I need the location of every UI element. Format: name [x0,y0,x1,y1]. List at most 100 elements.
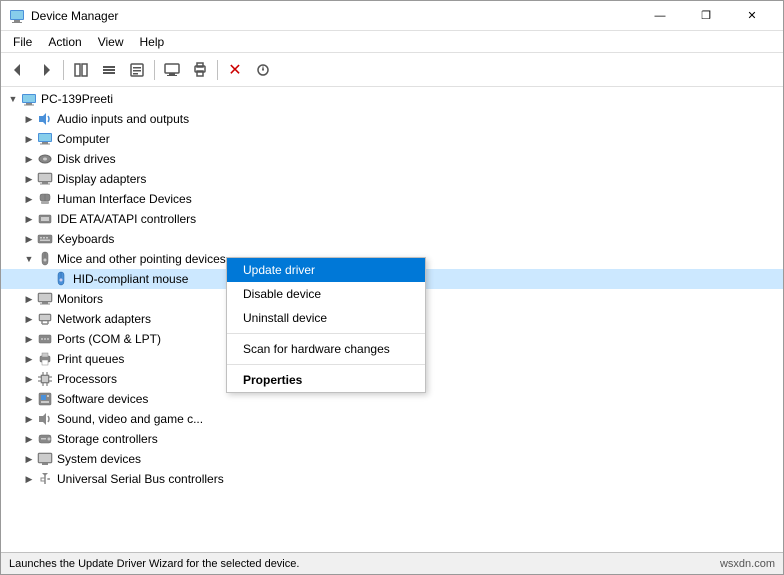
maximize-button[interactable]: ❐ [683,1,729,31]
menu-view[interactable]: View [90,33,132,51]
usb-label: Universal Serial Bus controllers [57,472,224,486]
monitor-icon [164,62,180,78]
ctx-separator [227,333,425,334]
computer-expand[interactable]: ▶ [21,131,37,147]
tree-item-hid[interactable]: ▶ Human Interface Devices [1,189,783,209]
tree-item-ide[interactable]: ▶ IDE ATA/ATAPI controllers [1,209,783,229]
back-icon [10,62,26,78]
print-icon [192,62,208,78]
toolbar-sep3 [217,60,218,80]
tree-item-system[interactable]: ▶ System devices [1,449,783,469]
keyboards-icon [37,231,53,247]
status-bar: Launches the Update Driver Wizard for th… [1,552,783,574]
toolbar-tree-collapse[interactable] [68,57,94,83]
menu-help[interactable]: Help [132,33,173,51]
software-expand[interactable]: ▶ [21,391,37,407]
sound-icon [37,411,53,427]
print-icon [37,351,53,367]
ctx-uninstall-device[interactable]: Uninstall device [227,306,425,330]
monitors-label: Monitors [57,292,103,306]
title-bar: Device Manager — ❐ ✕ [1,1,783,31]
mice-expand[interactable]: ▼ [21,251,37,267]
ctx-scan-hardware[interactable]: Scan for hardware changes [227,337,425,361]
tree-item-display[interactable]: ▶ Display adapters [1,169,783,189]
monitors-icon [37,291,53,307]
ports-label: Ports (COM & LPT) [57,332,161,346]
main-content: ▼ PC-139Preeti ▶ [1,87,783,552]
toolbar-delete[interactable]: ✕ [222,57,248,83]
storage-icon [37,431,53,447]
ctx-update-driver[interactable]: Update driver [227,258,425,282]
tree-item-sound[interactable]: ▶ Sound, video and game c... [1,409,783,429]
window-title: Device Manager [31,9,118,23]
title-bar-buttons: — ❐ ✕ [637,1,775,31]
menu-action[interactable]: Action [40,33,89,51]
keyboards-expand[interactable]: ▶ [21,231,37,247]
toolbar-sep1 [63,60,64,80]
audio-label: Audio inputs and outputs [57,112,189,126]
display-icon [37,171,53,187]
menu-bar: File Action View Help [1,31,783,53]
forward-icon [38,62,54,78]
toolbar-scan[interactable] [250,57,276,83]
system-icon [37,451,53,467]
collapse-icon [73,62,89,78]
tree-root[interactable]: ▼ PC-139Preeti [1,89,783,109]
usb-expand[interactable]: ▶ [21,471,37,487]
audio-icon [37,111,53,127]
processors-expand[interactable]: ▶ [21,371,37,387]
root-label: PC-139Preeti [41,92,113,106]
tree-item-disk[interactable]: ▶ Disk drives [1,149,783,169]
disk-expand[interactable]: ▶ [21,151,37,167]
disk-icon [37,151,53,167]
toolbar-properties[interactable] [124,57,150,83]
ide-icon [37,211,53,227]
hid-mouse-label: HID-compliant mouse [73,272,188,286]
minimize-button[interactable]: — [637,1,683,31]
storage-expand[interactable]: ▶ [21,431,37,447]
scan-icon [255,62,271,78]
mice-label: Mice and other pointing devices [57,252,226,266]
print-expand[interactable]: ▶ [21,351,37,367]
device-manager-window: Device Manager — ❐ ✕ File Action View He… [0,0,784,575]
ide-label: IDE ATA/ATAPI controllers [57,212,196,226]
tree-item-storage[interactable]: ▶ Storage controllers [1,429,783,449]
toolbar-back[interactable] [5,57,31,83]
hid-mouse-icon [53,271,69,287]
processors-label: Processors [57,372,117,386]
app-icon [9,8,25,24]
menu-file[interactable]: File [5,33,40,51]
tree-item-computer[interactable]: ▶ Computer [1,129,783,149]
ctx-disable-device[interactable]: Disable device [227,282,425,306]
network-expand[interactable]: ▶ [21,311,37,327]
toolbar-monitor[interactable] [159,57,185,83]
system-expand[interactable]: ▶ [21,451,37,467]
hid-expand[interactable]: ▶ [21,191,37,207]
computer-label: Computer [57,132,110,146]
ports-icon [37,331,53,347]
network-icon [37,311,53,327]
mice-icon [37,251,53,267]
toolbar-expand[interactable] [96,57,122,83]
toolbar-print[interactable] [187,57,213,83]
sound-expand[interactable]: ▶ [21,411,37,427]
keyboards-label: Keyboards [57,232,114,246]
audio-expand[interactable]: ▶ [21,111,37,127]
ports-expand[interactable]: ▶ [21,331,37,347]
toolbar-forward[interactable] [33,57,59,83]
ctx-properties[interactable]: Properties [227,368,425,392]
tree-item-keyboards[interactable]: ▶ Keyboards [1,229,783,249]
toolbar-sep2 [154,60,155,80]
monitors-expand[interactable]: ▶ [21,291,37,307]
status-message: Launches the Update Driver Wizard for th… [9,558,299,570]
close-button[interactable]: ✕ [729,1,775,31]
display-label: Display adapters [57,172,146,186]
usb-icon [37,471,53,487]
ide-expand[interactable]: ▶ [21,211,37,227]
ctx-separator-2 [227,364,425,365]
tree-item-usb[interactable]: ▶ Universal Serial Bus controllers [1,469,783,489]
expand-icon [101,62,117,78]
tree-item-audio[interactable]: ▶ Audio inputs and outputs [1,109,783,129]
display-expand[interactable]: ▶ [21,171,37,187]
root-expand[interactable]: ▼ [5,91,21,107]
